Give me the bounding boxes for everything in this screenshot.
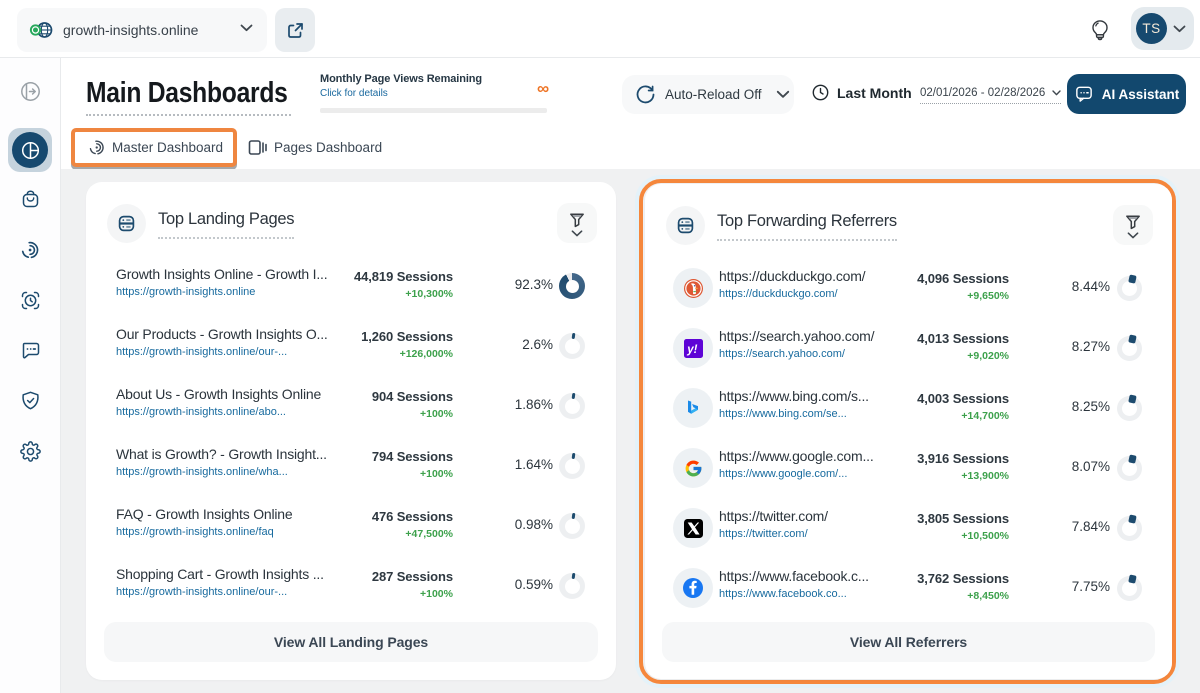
svg-text:y!: y! (686, 343, 697, 355)
